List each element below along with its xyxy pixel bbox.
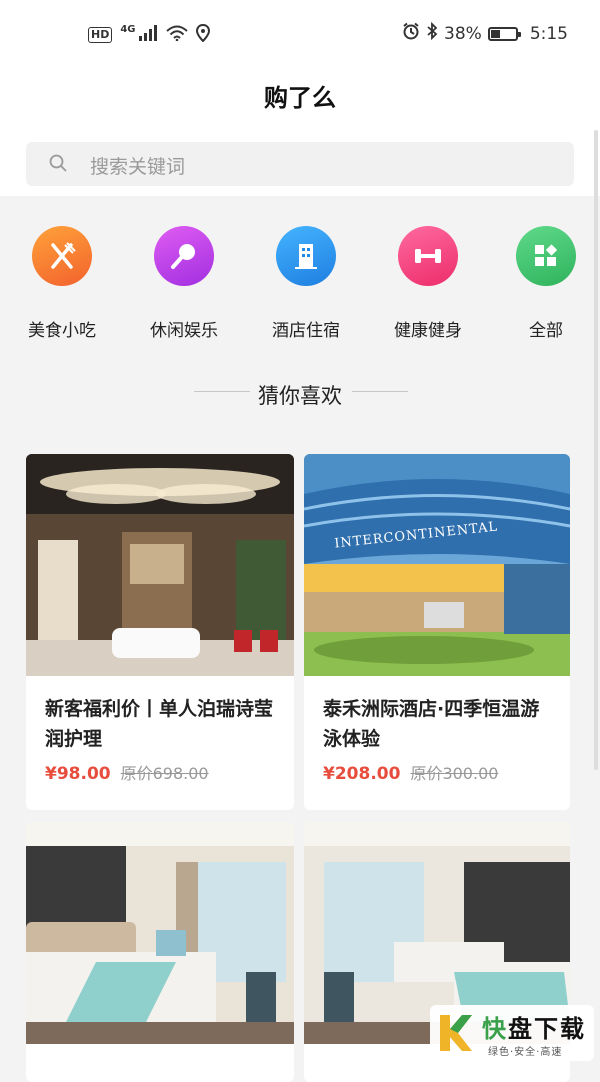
wifi-icon — [166, 25, 188, 45]
price-row: ¥98.00 原价698.00 — [45, 760, 209, 784]
category-label: 美食小吃 — [2, 316, 122, 341]
battery-icon — [488, 27, 518, 41]
product-image — [26, 454, 294, 676]
watermark-sub: 绿色·安全·高速 — [488, 1043, 562, 1058]
product-title: 泰禾洲际酒店·四季恒温游泳体验 — [323, 694, 556, 754]
battery-percent: 38% — [444, 24, 482, 44]
divider-right — [352, 391, 408, 392]
product-card[interactable]: 新客福利价丨单人泊瑞诗莹润护理 ¥98.00 原价698.00 — [26, 454, 294, 810]
product-card[interactable] — [26, 822, 294, 1082]
bluetooth-icon — [426, 22, 438, 45]
price-row: ¥208.00 原价300.00 — [323, 760, 498, 784]
alarm-icon — [402, 22, 420, 45]
category-hotel[interactable]: 酒店住宿 — [246, 226, 366, 346]
network-label: 4G — [120, 24, 135, 35]
search-placeholder: 搜索关键词 — [90, 152, 185, 179]
microphone-icon — [154, 226, 214, 286]
clock: 5:15 — [530, 24, 568, 44]
product-card[interactable]: INTERCONTINENTAL 泰禾洲际酒店·四季恒温游泳体验 ¥208.00… — [304, 454, 570, 810]
dumbbell-icon — [398, 226, 458, 286]
original-price: 原价300.00 — [410, 760, 498, 784]
search-icon — [49, 154, 67, 172]
grid-icon — [516, 226, 576, 286]
section-title: 猜你喜欢 — [0, 380, 600, 410]
product-image — [26, 822, 294, 1044]
original-price: 原价698.00 — [121, 760, 209, 784]
building-icon — [276, 226, 336, 286]
watermark-char: 盘下载 — [508, 1015, 586, 1043]
fork-knife-icon — [32, 226, 92, 286]
hd-badge: HD — [88, 27, 112, 43]
category-row: 美食小吃 休闲娱乐 酒店住宿 健康健身 全部 — [0, 196, 600, 356]
search-input[interactable]: 搜索关键词 — [26, 142, 574, 186]
category-all[interactable]: 全部 — [486, 226, 600, 346]
status-right: 38% 5:15 — [402, 22, 568, 45]
category-label: 酒店住宿 — [246, 316, 366, 341]
category-label: 健康健身 — [368, 316, 488, 341]
location-icon — [196, 24, 210, 46]
watermark-logo: 快盘下载 绿色·安全·高速 — [430, 1005, 594, 1061]
product-image: INTERCONTINENTAL — [304, 454, 570, 676]
category-entertainment[interactable]: 休闲娱乐 — [124, 226, 244, 346]
watermark-char: 快 — [482, 1015, 508, 1043]
signal-icon — [138, 25, 158, 45]
product-price: ¥98.00 — [45, 764, 111, 784]
product-title: 新客福利价丨单人泊瑞诗莹润护理 — [45, 694, 280, 754]
product-price: ¥208.00 — [323, 764, 400, 784]
guess-header: 猜你喜欢 — [0, 376, 600, 416]
status-left: HD 4G — [88, 24, 210, 46]
category-food[interactable]: 美食小吃 — [2, 226, 122, 346]
watermark-text: 快盘下载 — [482, 1009, 586, 1044]
search-section: 搜索关键词 — [0, 126, 600, 196]
category-fitness[interactable]: 健康健身 — [368, 226, 488, 346]
battery-level — [491, 30, 500, 38]
header: 购了么 — [0, 70, 600, 126]
status-bar: HD 4G 38% 5:15 — [0, 0, 600, 70]
category-label: 休闲娱乐 — [124, 316, 244, 341]
k-logo-icon — [436, 1011, 474, 1055]
category-label: 全部 — [486, 316, 600, 341]
page-title: 购了么 — [0, 78, 600, 113]
scrollbar[interactable] — [594, 130, 598, 770]
